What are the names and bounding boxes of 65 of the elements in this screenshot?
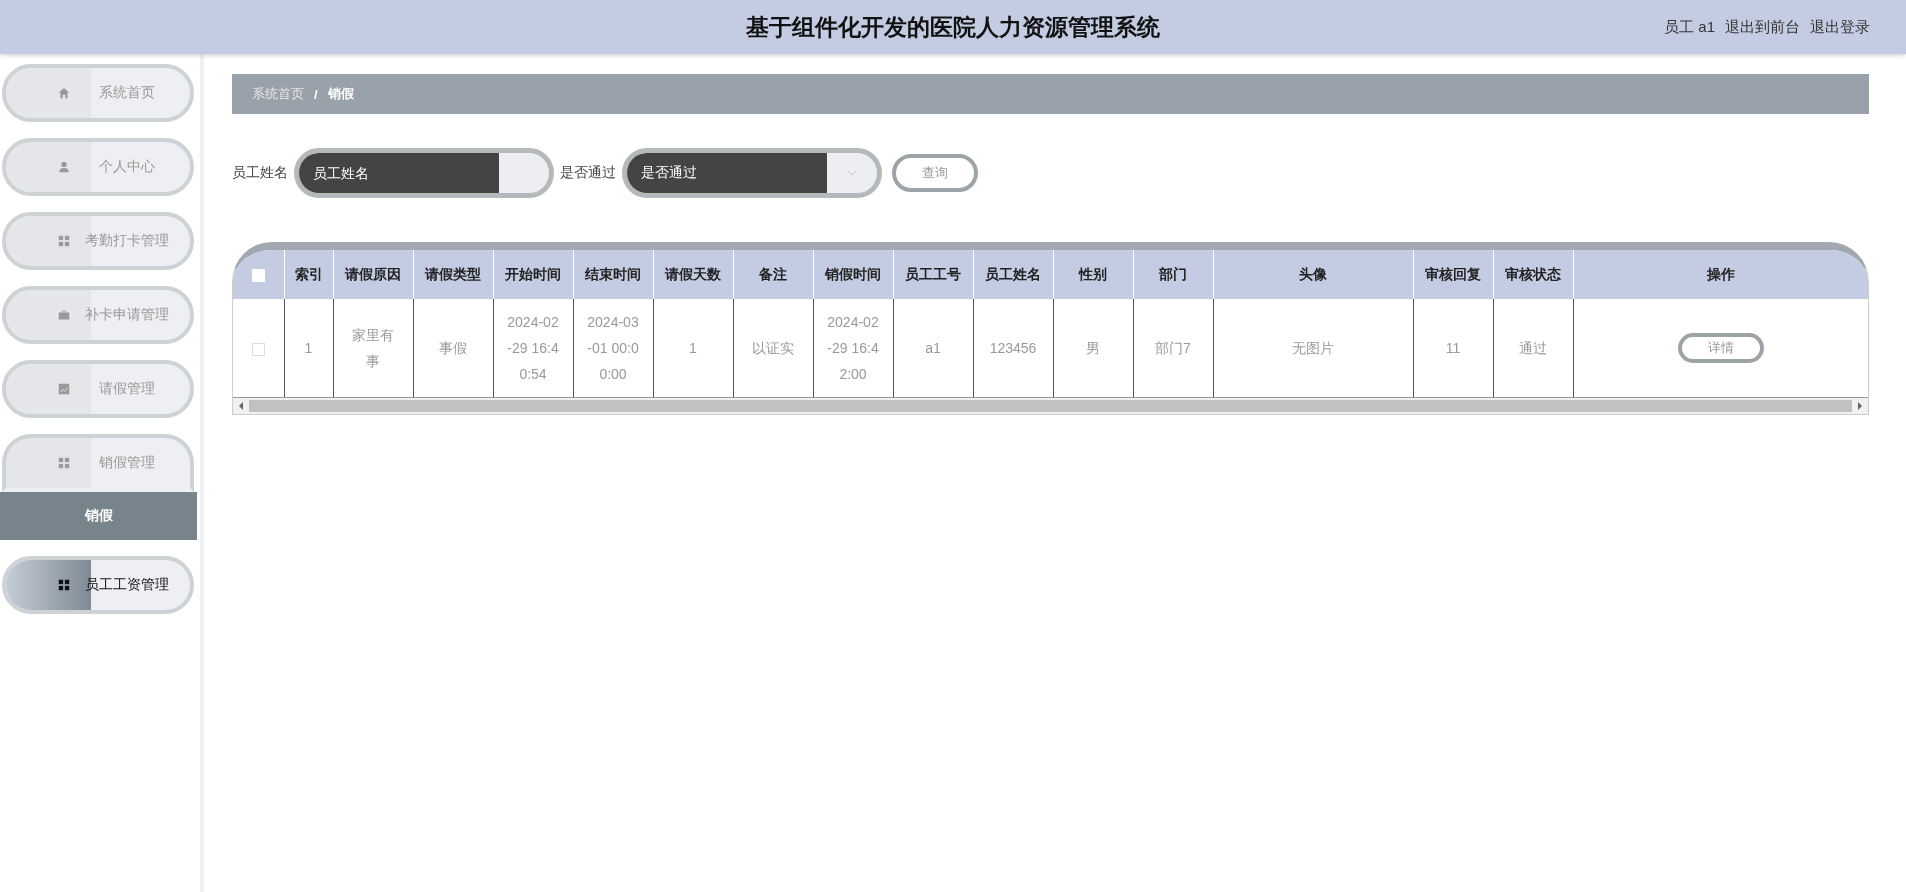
grid-icon (57, 456, 71, 470)
scroll-right-icon[interactable] (1857, 402, 1863, 410)
user-label: 员工 a1 (1664, 17, 1715, 37)
breadcrumb-separator: / (314, 86, 318, 102)
breadcrumb-item[interactable]: 系统首页 (252, 85, 304, 103)
name-input-field[interactable]: 员工姓名 (294, 148, 554, 198)
briefcase-icon (57, 308, 71, 322)
chart-icon (57, 382, 71, 396)
column-header: 索引 (294, 265, 323, 282)
table-cell: 2024-02-29 16:40:54 (507, 314, 559, 382)
column-header: 审核状态 (1505, 265, 1561, 282)
table-cell: 家里有事 (352, 327, 394, 369)
column-header: 结束时间 (585, 265, 641, 282)
person-icon (57, 160, 71, 174)
scroll-left-icon[interactable] (238, 402, 244, 410)
grid-icon (57, 234, 71, 248)
column-header: 操作 (1706, 265, 1735, 282)
table-cell: a1 (925, 340, 941, 356)
column-header: 请假天数 (665, 265, 721, 282)
row-checkbox[interactable] (251, 342, 265, 356)
sidebar-item[interactable]: 补卡申请管理 (2, 286, 194, 344)
chevron-down-icon (847, 170, 857, 176)
sidebar-item[interactable]: 销假管理 (2, 434, 194, 492)
grid-icon (57, 578, 71, 592)
table-cell: 男 (1086, 340, 1100, 356)
breadcrumb-item: 销假 (327, 85, 354, 103)
sidebar-item[interactable]: 个人中心 (2, 138, 194, 196)
details-button[interactable]: 详情 (1677, 333, 1764, 363)
sidebar-item[interactable]: 系统首页 (2, 64, 194, 122)
table-cell: 事假 (439, 340, 467, 356)
home-icon (57, 86, 71, 100)
app-title: 基于组件化开发的医院人力资源管理系统 (746, 12, 1160, 42)
horizontal-scrollbar[interactable] (233, 398, 1868, 414)
submenu-item[interactable]: 销假 (0, 492, 197, 540)
field-label: 是否通过 (560, 164, 616, 182)
column-header: 开始时间 (505, 265, 561, 282)
header-link[interactable]: 退出到前台 (1725, 17, 1800, 37)
header-link[interactable]: 退出登录 (1810, 17, 1870, 37)
field-label: 员工姓名 (232, 164, 288, 182)
table-cell: 1 (304, 340, 313, 356)
column-header: 备注 (759, 265, 787, 282)
column-header: 请假原因 (345, 265, 401, 282)
column-header: 员工工号 (905, 265, 961, 282)
column-header: 请假类型 (425, 265, 481, 282)
sidebar-item[interactable]: 员工工资管理 (2, 556, 194, 614)
table-cell: 部门7 (1155, 340, 1191, 356)
sidebar-item[interactable]: 请假管理 (2, 360, 194, 418)
column-header: 头像 (1299, 265, 1327, 282)
sidebar-item[interactable]: 考勤打卡管理 (2, 212, 194, 270)
table-cell: 1 (689, 340, 697, 356)
table-cell: 以证实 (752, 340, 794, 356)
table-cell: 2024-02-29 16:42:00 (827, 314, 879, 382)
column-header: 部门 (1159, 265, 1187, 282)
table-cell: 2024-03-01 00:00:00 (587, 314, 639, 382)
table-cell: 123456 (989, 340, 1037, 356)
table-cell: 通过 (1519, 340, 1547, 356)
status-select[interactable]: 是否通过 (622, 148, 882, 198)
table-cell: 无图片 (1292, 340, 1334, 356)
table-cell: 11 (1445, 340, 1461, 356)
select-all-checkbox[interactable] (251, 269, 265, 283)
column-header: 性别 (1079, 265, 1107, 282)
column-header: 审核回复 (1425, 265, 1481, 282)
query-button[interactable]: 查询 (892, 154, 978, 192)
column-header: 销假时间 (825, 265, 881, 282)
column-header: 员工姓名 (985, 265, 1041, 282)
